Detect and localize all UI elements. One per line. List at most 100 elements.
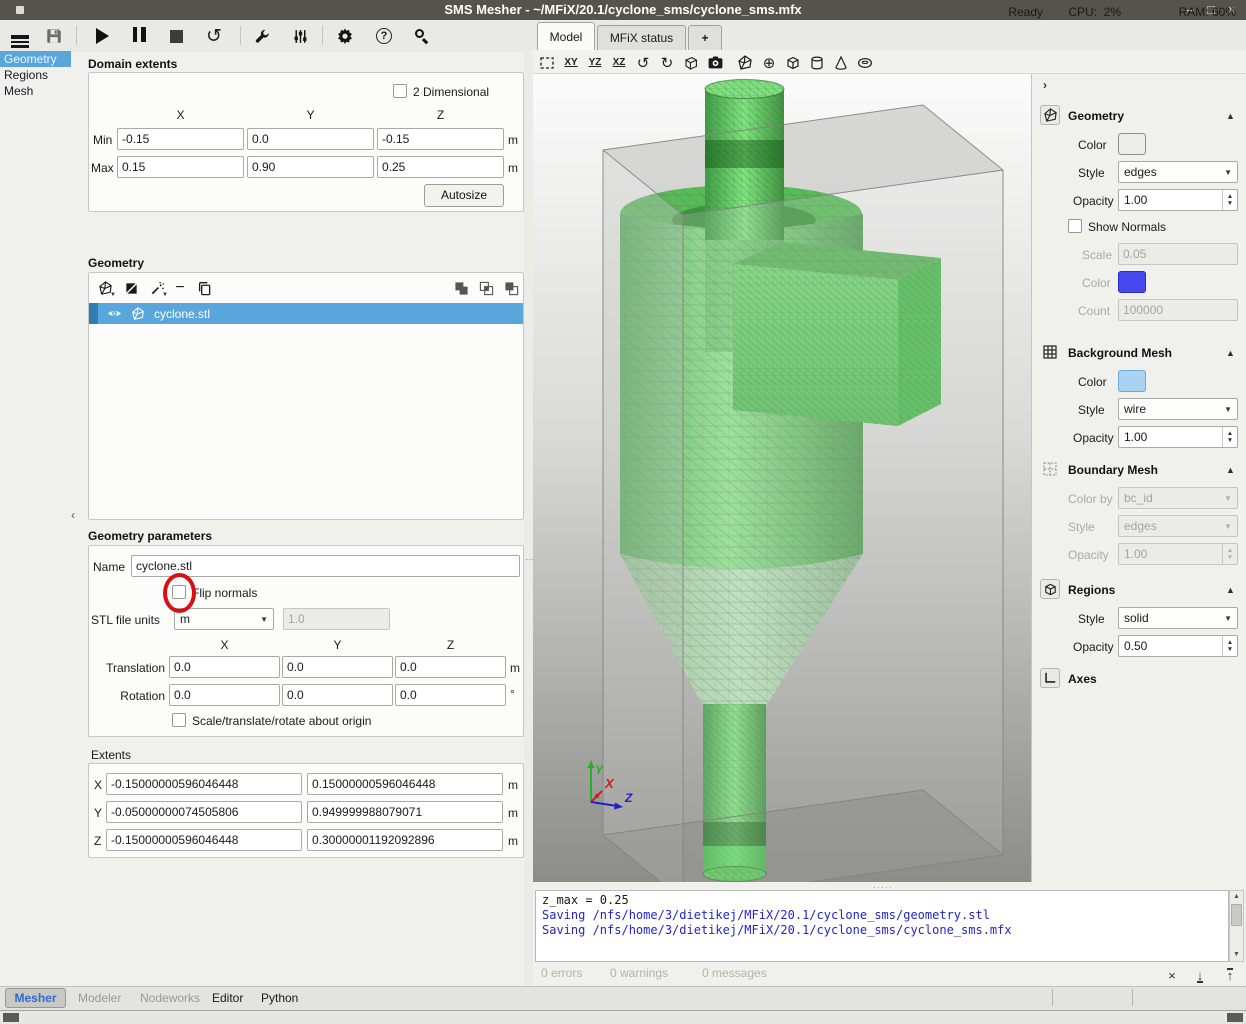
scroll-to-bottom-button[interactable]: ↓	[1192, 968, 1208, 983]
vis-regions-title[interactable]: Regions	[1068, 583, 1115, 597]
build-button[interactable]	[250, 24, 274, 48]
xmin-input[interactable]	[117, 128, 244, 150]
extent-y-max-input[interactable]	[307, 801, 503, 823]
scrollbar-left-cap[interactable]	[3, 1013, 19, 1022]
add-cylinder-button[interactable]	[807, 53, 827, 72]
mode-mesher-button[interactable]: Mesher	[5, 988, 66, 1008]
regions-opacity-spinbox[interactable]: 0.50▲▼	[1118, 635, 1238, 657]
search-button[interactable]	[410, 24, 434, 48]
xmax-input[interactable]	[117, 156, 244, 178]
clear-console-button[interactable]: ×	[1164, 968, 1180, 983]
menu-button[interactable]	[8, 24, 32, 48]
perspective-button[interactable]	[681, 53, 701, 72]
translation-x-input[interactable]	[169, 656, 280, 678]
collapse-icon[interactable]: ▲	[1226, 348, 1235, 358]
spin-arrows[interactable]: ▲▼	[1222, 190, 1237, 210]
add-geometry-button[interactable]: ▼	[94, 277, 116, 299]
background-mesh-color-swatch[interactable]	[1118, 370, 1146, 392]
boolean-difference-button[interactable]	[500, 277, 522, 299]
extent-x-min-input[interactable]	[106, 773, 302, 795]
visibility-eye-icon[interactable]	[107, 306, 122, 321]
bottom-scrollbar[interactable]	[0, 1010, 1246, 1024]
add-torus-button[interactable]	[855, 53, 875, 72]
boolean-intersect-button[interactable]	[475, 277, 497, 299]
console-output[interactable]: z_max = 0.25 Saving /nfs/home/3/dietikej…	[535, 890, 1229, 962]
scroll-down-button[interactable]: ▼	[1230, 949, 1243, 961]
add-cone-button[interactable]	[831, 53, 851, 72]
stop-button[interactable]	[164, 24, 188, 48]
rotation-z-input[interactable]	[395, 684, 506, 706]
vis-axes-title[interactable]: Axes	[1068, 672, 1097, 686]
zmax-input[interactable]	[377, 156, 504, 178]
toggle-box-button[interactable]	[783, 53, 803, 72]
regions-section-icon[interactable]	[1040, 579, 1060, 599]
vis-geometry-title[interactable]: Geometry	[1068, 109, 1124, 123]
autosize-button[interactable]: Autosize	[424, 184, 504, 207]
help-button[interactable]: ?	[372, 24, 396, 48]
view-xy-button[interactable]: XY	[561, 53, 581, 72]
spin-arrows[interactable]: ▲▼	[1222, 427, 1237, 447]
settings-button[interactable]	[333, 24, 357, 48]
vis-boundary-mesh-title[interactable]: Boundary Mesh	[1068, 463, 1158, 477]
tab-add[interactable]: +	[688, 25, 722, 50]
viewport-3d[interactable]: Y X Z	[533, 74, 1032, 882]
rotate-right-button[interactable]: ↻	[657, 53, 677, 72]
sidebar-item-geometry[interactable]: Geometry	[0, 51, 71, 67]
screenshot-button[interactable]	[705, 53, 725, 72]
collapse-icon[interactable]: ▲	[1226, 111, 1235, 121]
save-button[interactable]	[42, 24, 66, 48]
stl-units-dropdown[interactable]: m▼	[174, 608, 274, 630]
background-mesh-icon[interactable]	[1040, 342, 1060, 362]
extent-y-min-input[interactable]	[106, 801, 302, 823]
vis-background-mesh-title[interactable]: Background Mesh	[1068, 346, 1172, 360]
spin-arrows[interactable]: ▲▼	[1222, 636, 1237, 656]
background-mesh-opacity-spinbox[interactable]: 1.00▲▼	[1118, 426, 1238, 448]
titlebar[interactable]: SMS Mesher - ~/MFiX/20.1/cyclone_sms/cyc…	[0, 0, 1246, 20]
regions-style-dropdown[interactable]: solid▼	[1118, 607, 1238, 629]
view-xz-button[interactable]: XZ	[609, 53, 629, 72]
normals-color-swatch[interactable]	[1118, 271, 1146, 293]
panel-splitter[interactable]: ⋮	[524, 50, 533, 985]
panel-collapse-arrow[interactable]: ‹	[71, 508, 75, 522]
translation-z-input[interactable]	[395, 656, 506, 678]
extent-z-min-input[interactable]	[106, 829, 302, 851]
run-button[interactable]	[90, 24, 114, 48]
reset-view-button[interactable]	[537, 53, 557, 72]
two-dimensional-checkbox[interactable]	[393, 84, 407, 98]
copy-geometry-button[interactable]	[193, 277, 215, 299]
ymin-input[interactable]	[247, 128, 374, 150]
background-mesh-style-dropdown[interactable]: wire▼	[1118, 398, 1238, 420]
mode-editor-button[interactable]: Editor	[212, 991, 243, 1005]
toggle-geometry-button[interactable]	[735, 53, 755, 72]
show-normals-checkbox[interactable]	[1068, 219, 1082, 233]
geometry-color-swatch[interactable]	[1118, 133, 1146, 155]
translation-y-input[interactable]	[282, 656, 393, 678]
extent-z-max-input[interactable]	[307, 829, 503, 851]
pause-button[interactable]	[127, 24, 151, 48]
add-primitive-button[interactable]	[120, 277, 142, 299]
geometry-style-dropdown[interactable]: edges▼	[1118, 161, 1238, 183]
rotation-x-input[interactable]	[169, 684, 280, 706]
geometry-opacity-spinbox[interactable]: 1.00▲▼	[1118, 189, 1238, 211]
scroll-up-button[interactable]: ▲	[1230, 891, 1243, 903]
wizard-button[interactable]: ▼	[146, 277, 168, 299]
scrollbar-thumb[interactable]	[1231, 904, 1242, 926]
sidebar-item-mesh[interactable]: Mesh	[0, 83, 71, 99]
boolean-union-button[interactable]	[450, 277, 472, 299]
extent-x-max-input[interactable]	[307, 773, 503, 795]
axes-section-icon[interactable]	[1040, 668, 1060, 688]
geometry-section-icon[interactable]	[1040, 105, 1060, 125]
geometry-list-item-cyclone[interactable]: cyclone.stl	[89, 303, 523, 324]
scroll-to-top-button[interactable]: ↑	[1222, 968, 1238, 983]
collapse-icon[interactable]: ▲	[1226, 465, 1235, 475]
sidebar-item-regions[interactable]: Regions	[0, 67, 71, 83]
rotation-y-input[interactable]	[282, 684, 393, 706]
collapse-panel-arrow[interactable]: ›	[1043, 78, 1047, 92]
scrollbar-right-cap[interactable]	[1227, 1013, 1243, 1022]
tab-model[interactable]: Model	[537, 22, 595, 50]
about-origin-checkbox[interactable]	[172, 713, 186, 727]
zmin-input[interactable]	[377, 128, 504, 150]
parameters-button[interactable]	[288, 24, 312, 48]
boundary-mesh-icon[interactable]	[1040, 459, 1060, 479]
name-input[interactable]	[131, 555, 520, 577]
